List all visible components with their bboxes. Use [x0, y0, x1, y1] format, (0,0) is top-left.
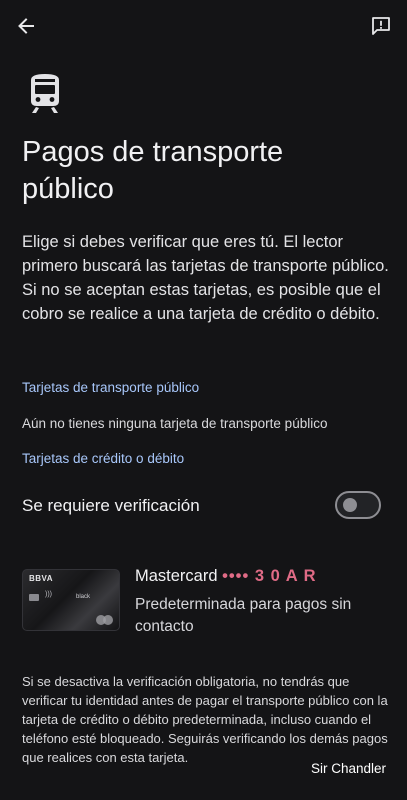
card-thumbnail: BBVA ))) black: [22, 569, 120, 631]
top-app-bar: [0, 0, 407, 52]
card-title: Mastercard •••• 3 0 A R: [135, 567, 317, 586]
card-name: Mastercard: [135, 567, 218, 585]
card-subtitle: Predeterminada para pagos sin contacto: [135, 596, 352, 635]
card-masked-digits: •••• 3 0 A R: [222, 567, 317, 585]
arrow-back-icon: [18, 18, 34, 34]
feedback-button[interactable]: [365, 10, 397, 42]
contactless-icon: ))): [45, 591, 52, 598]
page-description: Elige si debes verificar que eres tú. El…: [22, 233, 389, 323]
toggle-knob: [343, 498, 357, 512]
verification-required-row[interactable]: Se requiere verificación: [0, 484, 407, 530]
page-title: Pagos de transporte público: [22, 136, 284, 205]
credit-cards-section-header: Tarjetas de crédito o débito: [22, 451, 185, 466]
card-tier-label: black: [76, 594, 91, 600]
mastercard-logo-icon: [96, 615, 114, 625]
card-bank-logo: BBVA: [29, 574, 54, 583]
verification-footnote: Si se desactiva la verificación obligato…: [22, 674, 388, 765]
verification-required-label: Se requiere verificación: [22, 496, 200, 515]
card-chip-icon: [29, 594, 39, 601]
verification-required-toggle[interactable]: [335, 491, 381, 519]
watermark: Sir Chandler: [311, 761, 387, 776]
back-button[interactable]: [10, 10, 42, 42]
transit-cards-section-header: Tarjetas de transporte público: [22, 380, 200, 395]
transit-cards-empty-text: Aún no tienes ninguna tarjeta de transpo…: [22, 416, 328, 431]
train-icon: [26, 72, 64, 114]
feedback-icon: [372, 17, 390, 35]
